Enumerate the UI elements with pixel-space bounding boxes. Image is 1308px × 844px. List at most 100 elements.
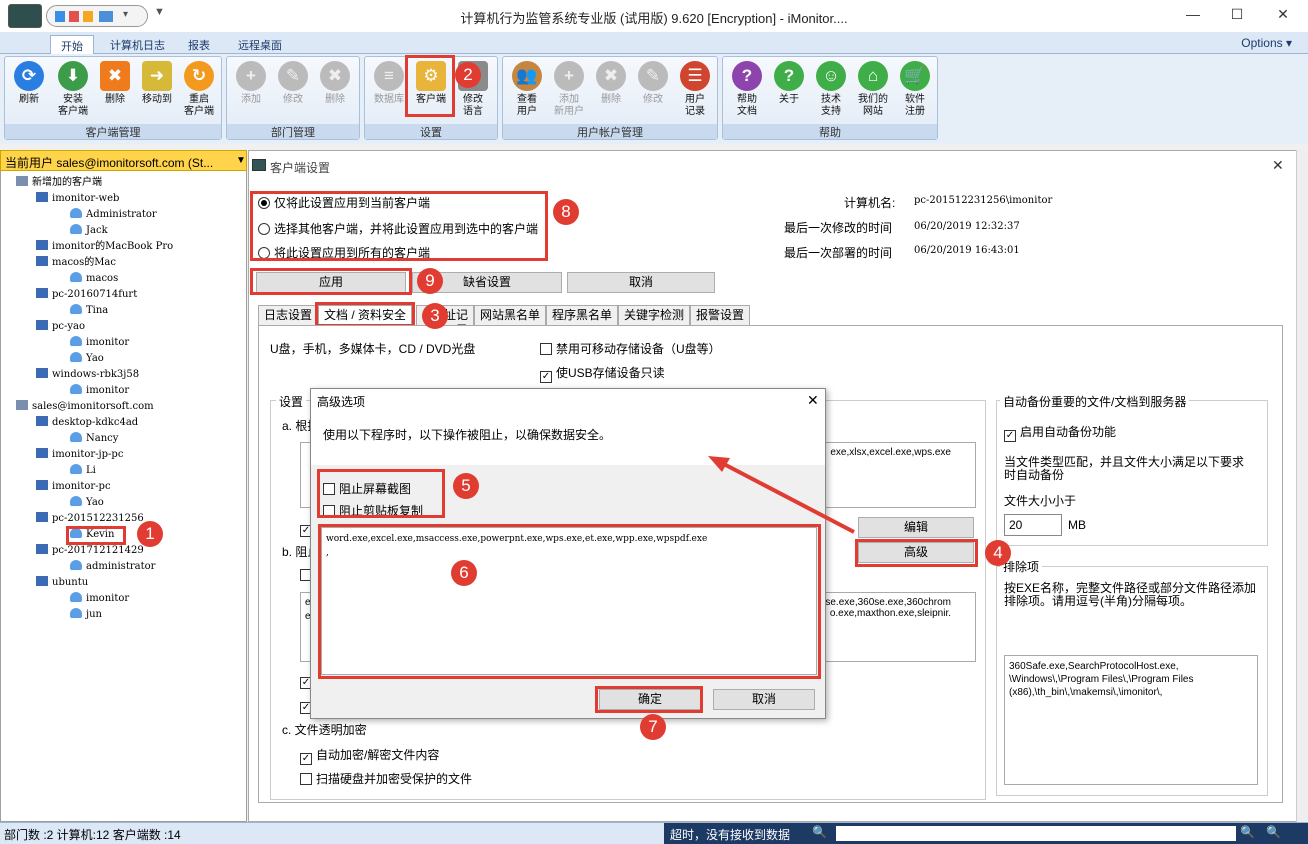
dialog-close-button[interactable]: ✕ [1272, 157, 1284, 174]
tree-item-user[interactable]: imonitor [70, 335, 129, 351]
tab-keyword-detection[interactable]: 关键字检测 [618, 305, 691, 325]
tree-item-user[interactable]: Yao [70, 351, 104, 367]
dropdown-icon[interactable]: ▼ [236, 155, 246, 166]
tab-remote-desktop[interactable]: 远程桌面 [228, 35, 292, 54]
computer-icon [36, 448, 48, 458]
popup-title: 高级选项 [311, 389, 825, 411]
move-to-button[interactable]: ➜ 移动到 [137, 61, 177, 106]
backup-enable-checkbox[interactable]: ✓ 启用自动备份功能 [1004, 423, 1116, 442]
tree-item-pc[interactable]: pc-20160714furt [36, 287, 137, 303]
database-button[interactable]: ≡ 数据库 [369, 61, 409, 106]
zoom-out-icon[interactable]: 🔍 [812, 825, 827, 839]
view-users-button[interactable]: 👥 查看 用户 [507, 61, 547, 118]
scrollbar[interactable] [1296, 150, 1308, 822]
ribbon-tabs: 开始 计算机日志 报表 远程桌面 Options ▾ [0, 32, 1308, 54]
checkbox-checked[interactable]: ✓ [300, 753, 312, 765]
tree-item-user[interactable]: administrator [70, 559, 155, 575]
delete-dept-button[interactable]: ✖ 删除 [315, 61, 355, 106]
edit-dept-button[interactable]: ✎ 修改 [273, 61, 313, 106]
language-label: 修改 语言 [463, 94, 483, 117]
restart-client-button[interactable]: ↻ 重启 客户端 [179, 61, 219, 118]
tree-item-user[interactable]: macos [70, 271, 118, 287]
settings-legend: 设置 [276, 393, 307, 410]
tree-item-pc[interactable]: desktop-kdkc4ad [36, 415, 138, 431]
refresh-button[interactable]: ⟳ 刷新 [9, 61, 49, 106]
checkbox[interactable] [300, 773, 312, 785]
usb-readonly-label: 使USB存储设备只读 [556, 366, 665, 380]
auto-encrypt-checkbox[interactable]: ✓ 自动加密/解密文件内容 [300, 746, 439, 765]
step-marker: 6 [451, 560, 477, 586]
tree-item-user[interactable]: Nancy [70, 431, 118, 447]
scan-encrypt-checkbox[interactable]: 扫描硬盘并加密受保护的文件 [300, 770, 472, 787]
tree-item-user[interactable]: imonitor [70, 383, 129, 399]
popup-close-icon[interactable]: ✕ [807, 392, 819, 409]
tree-item-pc[interactable]: imonitor-pc [36, 479, 111, 495]
cancel-button[interactable]: 取消 [567, 272, 715, 293]
tree-item-user[interactable]: Li [70, 463, 96, 479]
checkbox[interactable] [540, 343, 552, 355]
tree-item-user[interactable]: Jack [70, 223, 108, 239]
tree-item-user[interactable]: Administrator [70, 207, 157, 223]
current-user-header[interactable]: 当前用户 sales@imonitorsoft.com (St... [0, 150, 247, 171]
tree-item-pc[interactable]: windows-rbk3j58 [36, 367, 139, 383]
checkbox-checked[interactable]: ✓ [1004, 430, 1016, 442]
tree-item-group[interactable]: 新增加的客户端 [16, 175, 102, 191]
zoom-in-icon[interactable]: 🔍 [1240, 825, 1255, 839]
minimize-button[interactable]: — [1178, 6, 1208, 22]
options-menu[interactable]: Options ▾ [1241, 36, 1292, 50]
tree-item-user[interactable]: Tina [70, 303, 108, 319]
search-icon[interactable]: 🔍 [1266, 825, 1281, 839]
computer-name-label: 计算机名: [844, 196, 896, 210]
checkbox-checked[interactable]: ✓ [540, 371, 552, 383]
highlight-box-4 [855, 539, 978, 567]
tab-computer-log[interactable]: 计算机日志 [100, 35, 175, 54]
tree-item-label: Yao [86, 353, 104, 364]
computer-icon [36, 544, 48, 554]
user-log-button[interactable]: ☰ 用户 记录 [675, 61, 715, 118]
tree-item-user[interactable]: Yao [70, 495, 104, 511]
tree-item-user[interactable]: imonitor [70, 591, 129, 607]
edit-button[interactable]: 编辑 [858, 517, 974, 538]
tree-item-pc[interactable]: imonitor-jp-pc [36, 447, 123, 463]
close-button[interactable]: ✕ [1268, 6, 1298, 23]
add-dept-button[interactable]: + 添加 [231, 61, 271, 106]
install-client-button[interactable]: ⬇ 安装 客户端 [53, 61, 93, 118]
group-label: 设置 [365, 124, 497, 139]
usb-disable-checkbox[interactable]: 禁用可移动存储设备（U盘等） [540, 340, 721, 357]
website-button[interactable]: ⌂ 我们的 网站 [853, 61, 893, 118]
delete-client-button[interactable]: ✖ 删除 [95, 61, 135, 106]
tree-item-pc[interactable]: pc-yao [36, 319, 85, 335]
about-button[interactable]: ? 关于 [769, 61, 809, 106]
tab-log-settings[interactable]: 日志设置 [258, 305, 319, 325]
tree-item-pc[interactable]: macos的Mac [36, 255, 116, 271]
tab-alert-settings[interactable]: 报警设置 [690, 305, 751, 325]
tree-item-pc[interactable]: pc-201512231256 [36, 511, 144, 527]
popup-cancel-button[interactable]: 取消 [713, 689, 815, 710]
tab-program-blacklist[interactable]: 程序黑名单 [546, 305, 619, 325]
tab-website-blacklist[interactable]: 网站黑名单 [474, 305, 547, 325]
usb-readonly-checkbox[interactable]: ✓ 使USB存储设备只读 [540, 364, 665, 383]
tree-item-pc[interactable]: ubuntu [36, 575, 88, 591]
tab-reports[interactable]: 报表 [178, 35, 220, 54]
help-docs-button[interactable]: ? 帮助 文档 [727, 61, 767, 118]
group-department: + 添加 ✎ 修改 ✖ 删除 部门管理 [226, 56, 360, 140]
tree-item-group[interactable]: sales@imonitorsoft.com [16, 399, 154, 415]
add-dept-label: 添加 [241, 94, 261, 105]
user-icon [70, 208, 82, 218]
exclude-textarea[interactable]: 360Safe.exe,SearchProtocolHost.exe, \Win… [1004, 655, 1258, 785]
tree-item-user[interactable]: jun [70, 607, 102, 623]
register-button[interactable]: 🛒 软件 注册 [895, 61, 935, 118]
edit-user-button[interactable]: ✎ 修改 [633, 61, 673, 106]
tree-item-pc[interactable]: pc-201712121429 [36, 543, 144, 559]
tree-item-pc[interactable]: imonitor-web [36, 191, 119, 207]
section-c-label: c. 文件透明加密 [282, 723, 367, 737]
add-user-button[interactable]: + 添加 新用户 [549, 61, 589, 118]
backup-enable-label: 启用自动备份功能 [1020, 425, 1117, 439]
delete-user-button[interactable]: ✖ 删除 [591, 61, 631, 106]
support-button[interactable]: ☺ 技术 支持 [811, 61, 851, 118]
maximize-button[interactable]: ☐ [1222, 6, 1252, 23]
tree-item-pc[interactable]: imonitor的MacBook Pro [36, 239, 173, 255]
size-input[interactable]: 20 [1004, 514, 1062, 536]
tab-start[interactable]: 开始 [50, 35, 94, 54]
computer-icon [36, 256, 48, 266]
